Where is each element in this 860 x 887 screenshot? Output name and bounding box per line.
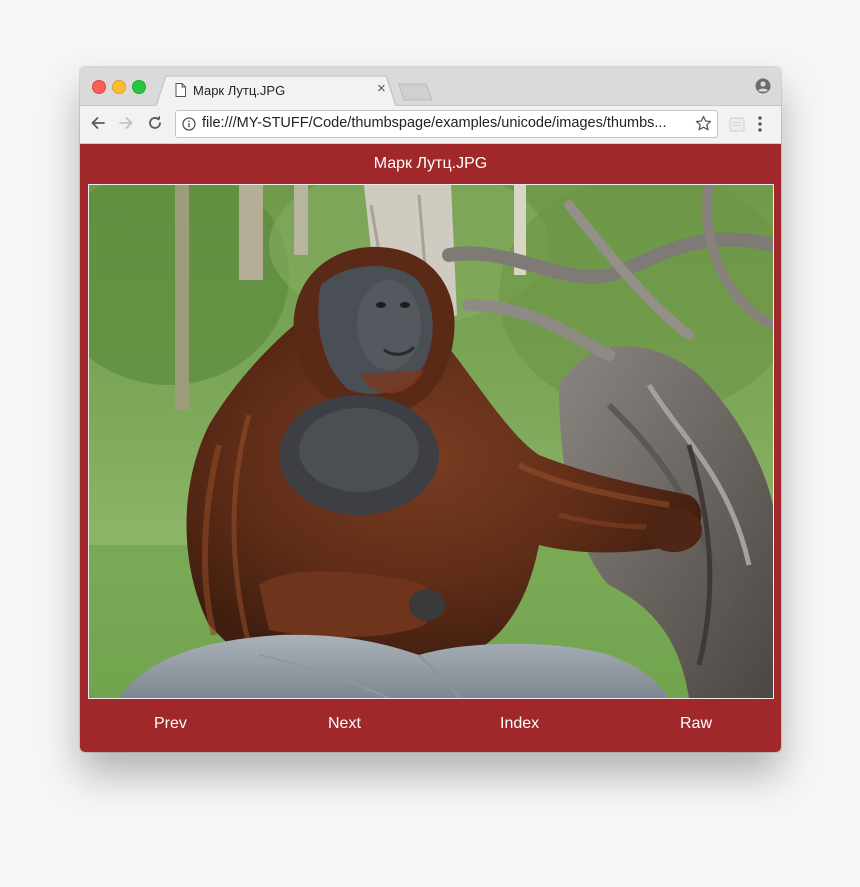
window-minimize-button[interactable] xyxy=(112,80,126,94)
browser-toolbar: file:///MY-STUFF/Code/thumbspage/example… xyxy=(80,106,781,144)
browser-window: Марк Лутц.JPG × file:///MY-STUFF/Code/th… xyxy=(80,67,781,752)
address-bar[interactable]: file:///MY-STUFF/Code/thumbspage/example… xyxy=(175,110,718,138)
next-link[interactable]: Next xyxy=(328,715,361,733)
profile-icon[interactable] xyxy=(755,78,771,99)
reload-icon[interactable] xyxy=(146,114,164,137)
tab-close-icon[interactable]: × xyxy=(377,81,386,96)
new-tab-button[interactable] xyxy=(398,83,434,106)
document-icon xyxy=(175,83,186,102)
window-maximize-button[interactable] xyxy=(132,80,146,94)
star-icon[interactable] xyxy=(695,115,712,137)
arrow-left-icon[interactable] xyxy=(89,114,107,137)
prev-link[interactable]: Prev xyxy=(154,715,187,733)
raw-link[interactable]: Raw xyxy=(680,715,712,733)
page-content: Марк Лутц.JPG Prev Next Index Raw xyxy=(80,144,781,752)
kebab-menu-icon[interactable] xyxy=(757,115,763,138)
photo-image[interactable] xyxy=(88,184,774,699)
extension-icon[interactable] xyxy=(729,116,745,137)
tab-title: Марк Лутц.JPG xyxy=(193,83,286,98)
index-link[interactable]: Index xyxy=(500,715,539,733)
page-title: Марк Лутц.JPG xyxy=(373,155,488,172)
arrow-right-icon[interactable] xyxy=(117,114,135,137)
info-icon[interactable] xyxy=(182,117,196,136)
url-text[interactable]: file:///MY-STUFF/Code/thumbspage/example… xyxy=(202,115,687,131)
tab-strip: Марк Лутц.JPG × xyxy=(80,67,781,106)
active-tab[interactable]: Марк Лутц.JPG × xyxy=(156,75,396,106)
window-close-button[interactable] xyxy=(92,80,106,94)
